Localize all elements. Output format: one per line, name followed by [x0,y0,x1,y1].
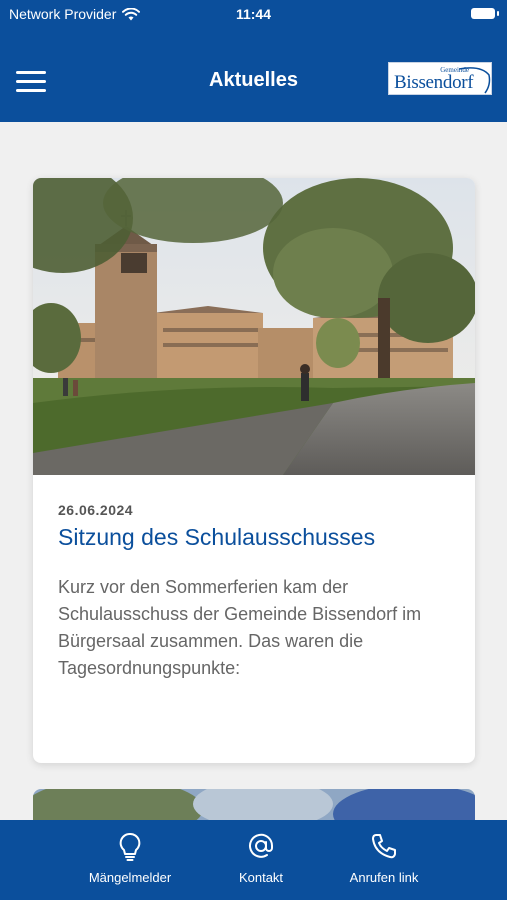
bottom-tab-bar: Mängelmelder Kontakt Anrufen link [0,820,507,900]
status-time: 11:44 [235,6,272,22]
status-bar: Network Provider 11:44 [0,0,507,30]
news-date: 26.06.2024 [58,502,134,518]
logo-name: Bissendorf [394,72,474,93]
lightbulb-icon [119,832,141,861]
tab-label: Mängelmelder [88,870,172,885]
tab-kontakt[interactable]: Kontakt [196,820,326,900]
municipality-logo[interactable]: Gemeinde Bissendorf [388,62,492,95]
tab-maengelmelder[interactable]: Mängelmelder [65,820,195,900]
tab-anrufen[interactable]: Anrufen link [319,820,449,900]
at-icon [249,833,274,858]
news-card[interactable]: 26.06.2024 Sitzung des Schulausschusses … [33,178,475,763]
battery-icon [471,8,499,19]
news-image [33,178,475,475]
news-title[interactable]: Sitzung des Schulausschusses [58,524,375,551]
news-excerpt: Kurz vor den Sommerferien kam der Schula… [58,577,422,678]
tab-label: Kontakt [238,870,284,885]
tab-label: Anrufen link [349,870,419,885]
app-header: Network Provider 11:44 Aktuelles Gemeind… [0,0,507,122]
phone-icon [372,834,396,859]
